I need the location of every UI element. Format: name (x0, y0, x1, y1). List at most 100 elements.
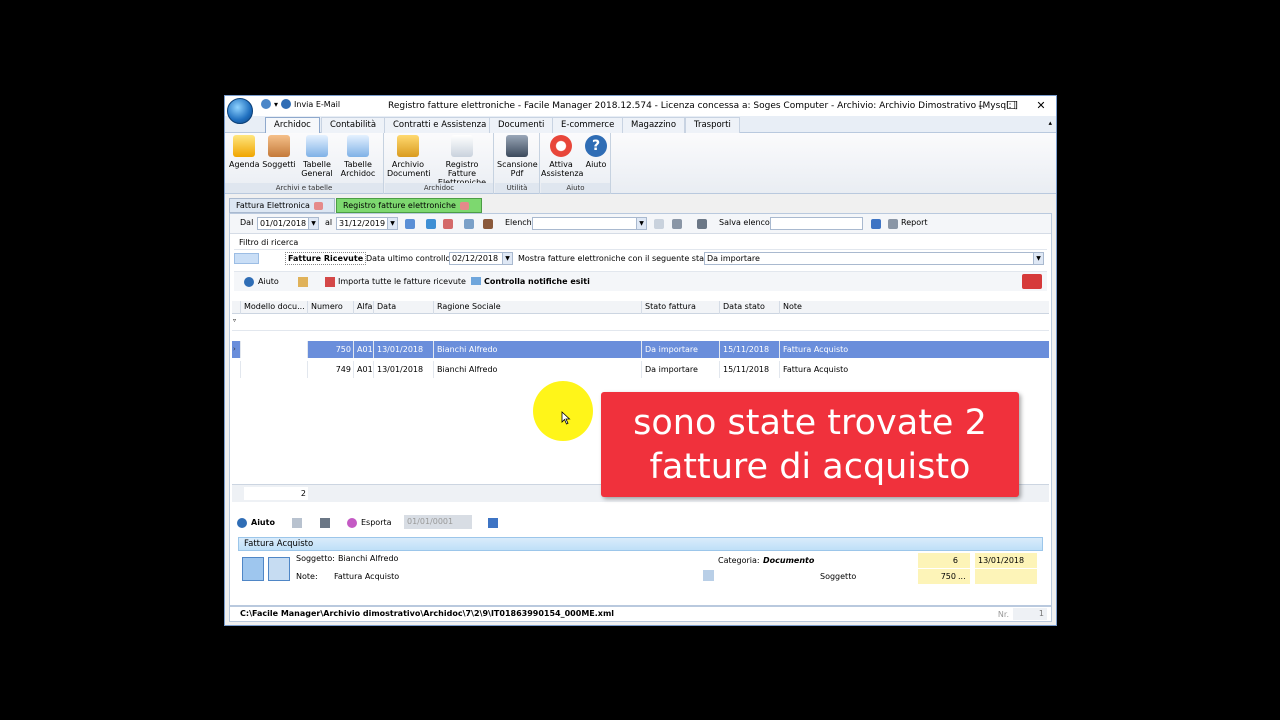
col-data[interactable]: Data (373, 301, 433, 314)
notification-icon (471, 277, 481, 285)
app-menu-orb[interactable] (227, 98, 253, 124)
data-controllo-input[interactable]: 02/12/2018 ▼ (449, 252, 513, 265)
tabelle-archidoc-button[interactable]: Tabelle Archidoc (338, 135, 378, 178)
cell-stato: Da importare (641, 361, 719, 378)
aiuto-button[interactable]: Aiuto (251, 518, 275, 527)
dropdown-arrow-icon[interactable]: ▼ (387, 218, 397, 229)
categoria-value: Documento (763, 556, 815, 565)
dropdown-arrow-icon[interactable]: ▼ (502, 253, 512, 264)
dropdown-arrow-icon[interactable]: ▾ (274, 100, 278, 109)
aiuto-filter-button[interactable]: Aiuto (258, 277, 279, 286)
tab-trasporti[interactable]: Trasporti (685, 117, 740, 133)
elenchi-select[interactable]: ▼ (532, 217, 647, 230)
cell-ragione: Bianchi Alfredo (433, 341, 641, 358)
maximize-button[interactable]: ☐ (996, 96, 1026, 116)
col-numero[interactable]: Numero (307, 301, 353, 314)
agenda-button[interactable]: Agenda (229, 135, 260, 169)
preview-icon[interactable] (654, 219, 664, 229)
note-edit-icon[interactable] (703, 570, 714, 581)
close-tab-icon[interactable] (459, 201, 469, 210)
refresh-icon[interactable] (261, 99, 271, 109)
open-document-icon[interactable] (268, 557, 290, 581)
trash-icon[interactable] (697, 219, 707, 229)
dropdown-arrow-icon[interactable]: ▼ (636, 218, 646, 229)
filter-clear-icon[interactable] (443, 219, 453, 229)
document-icon[interactable] (292, 518, 302, 528)
col-ragione[interactable]: Ragione Sociale (433, 301, 641, 314)
cell-note: Fattura Acquisto (779, 341, 1049, 358)
nr-label: Nr. (997, 610, 1009, 619)
soggetto-lookup-button[interactable]: ... (958, 569, 970, 584)
col-modello[interactable]: Modello docu... (240, 301, 307, 314)
close-tab-icon[interactable] (313, 201, 323, 210)
attiva-assistenza-button[interactable]: Attiva Assistenza (541, 135, 583, 178)
refresh-icon[interactable] (405, 219, 415, 229)
people-icon (268, 135, 290, 157)
dropdown-arrow-icon[interactable]: ▼ (1033, 253, 1043, 264)
ribbon-collapse-icon[interactable]: ▴ (1048, 119, 1052, 127)
binoculars-icon[interactable] (483, 219, 493, 229)
date-field: 13/01/2018 (975, 553, 1037, 568)
dropdown-arrow-icon[interactable]: ▼ (308, 218, 318, 229)
aiuto-ribbon-button[interactable]: ? Aiuto (583, 135, 609, 169)
table-row[interactable]: › 750 A01 13/01/2018 Bianchi Alfredo Da … (232, 341, 1049, 358)
cell-alfa: A01 (353, 341, 373, 358)
filter-row-2: Aiuto Importa tutte le fatture ricevute … (234, 271, 1047, 291)
qat-send-email[interactable]: Invia E-Mail (294, 100, 340, 109)
col-stato[interactable]: Stato fattura (641, 301, 719, 314)
importa-button[interactable]: Importa tutte le fatture ricevute (338, 277, 466, 286)
trash-icon[interactable] (320, 518, 330, 528)
row-count: 2 (244, 487, 308, 500)
cell-data: 13/01/2018 (373, 341, 433, 358)
tabelle-general-button[interactable]: Tabelle General (299, 135, 335, 178)
tab-ecommerce[interactable]: E-commerce (552, 117, 624, 133)
tab-archidoc[interactable]: Archidoc (265, 117, 320, 133)
doc-tab-fattura-elettronica[interactable]: Fattura Elettronica (229, 198, 335, 213)
fatture-ricevute-option[interactable]: Fatture Ricevute (285, 252, 367, 265)
date-field-disabled: 01/01/0001 (404, 515, 472, 529)
col-alfa[interactable]: Alfa (353, 301, 373, 314)
tab-contratti[interactable]: Contratti e Assistenza (384, 117, 496, 133)
edit-icon[interactable] (298, 277, 308, 287)
registro-fatture-button[interactable]: Registro Fatture Elettroniche (431, 135, 493, 187)
filter-title: Filtro di ricerca (239, 238, 299, 247)
salva-elenco-input[interactable] (770, 217, 863, 230)
elenchi-label: Elenchi (505, 218, 534, 227)
tab-magazzino[interactable]: Magazzino (622, 117, 686, 133)
doc-tab-registro[interactable]: Registro fatture elettroniche (336, 198, 482, 213)
help-icon (237, 518, 247, 528)
close-button[interactable]: ✕ (1026, 96, 1056, 116)
search-document-icon[interactable] (242, 557, 264, 581)
al-date-input[interactable]: 31/12/2019 ▼ (336, 217, 398, 230)
col-note[interactable]: Note (779, 301, 1049, 314)
toggle-button[interactable] (234, 253, 259, 264)
save-icon[interactable] (871, 219, 881, 229)
settings-icon[interactable] (464, 219, 474, 229)
cell-numero: 750 (307, 341, 353, 358)
col-data-stato[interactable]: Data stato (719, 301, 779, 314)
tab-contabilita[interactable]: Contabilità (321, 117, 386, 133)
soggetti-button[interactable]: Soggetti (262, 135, 296, 169)
dal-date-input[interactable]: 01/01/2018 ▼ (257, 217, 319, 230)
archivio-documenti-button[interactable]: Archivio Documenti (387, 135, 431, 178)
filter-icon[interactable] (426, 219, 436, 229)
tab-documenti[interactable]: Documenti (489, 117, 554, 133)
report-button[interactable]: Report (901, 218, 928, 227)
document-icon (451, 135, 473, 157)
email-icon[interactable] (281, 99, 292, 109)
table-row[interactable]: 749 A01 13/01/2018 Bianchi Alfredo Da im… (232, 361, 1049, 378)
caption-callout: sono state trovate 2 fatture di acquisto (601, 392, 1019, 497)
scansione-pdf-button[interactable]: Scansione Pdf (497, 135, 538, 178)
minimize-button[interactable]: – (966, 96, 996, 116)
mail-alert-icon[interactable] (1022, 274, 1042, 289)
print-icon[interactable] (672, 219, 682, 229)
controlla-notifiche-button[interactable]: Controlla notifiche esiti (484, 277, 590, 286)
share-icon[interactable] (488, 518, 498, 528)
esporta-button[interactable]: Esporta (361, 518, 392, 527)
ribbon-group-label: Aiuto (541, 183, 610, 193)
print-icon[interactable] (888, 219, 898, 229)
cell-numero: 749 (307, 361, 353, 378)
stato-select[interactable]: Da importare ▼ (704, 252, 1044, 265)
filter-row[interactable]: ▿ (232, 314, 1049, 331)
table-icon (347, 135, 369, 157)
